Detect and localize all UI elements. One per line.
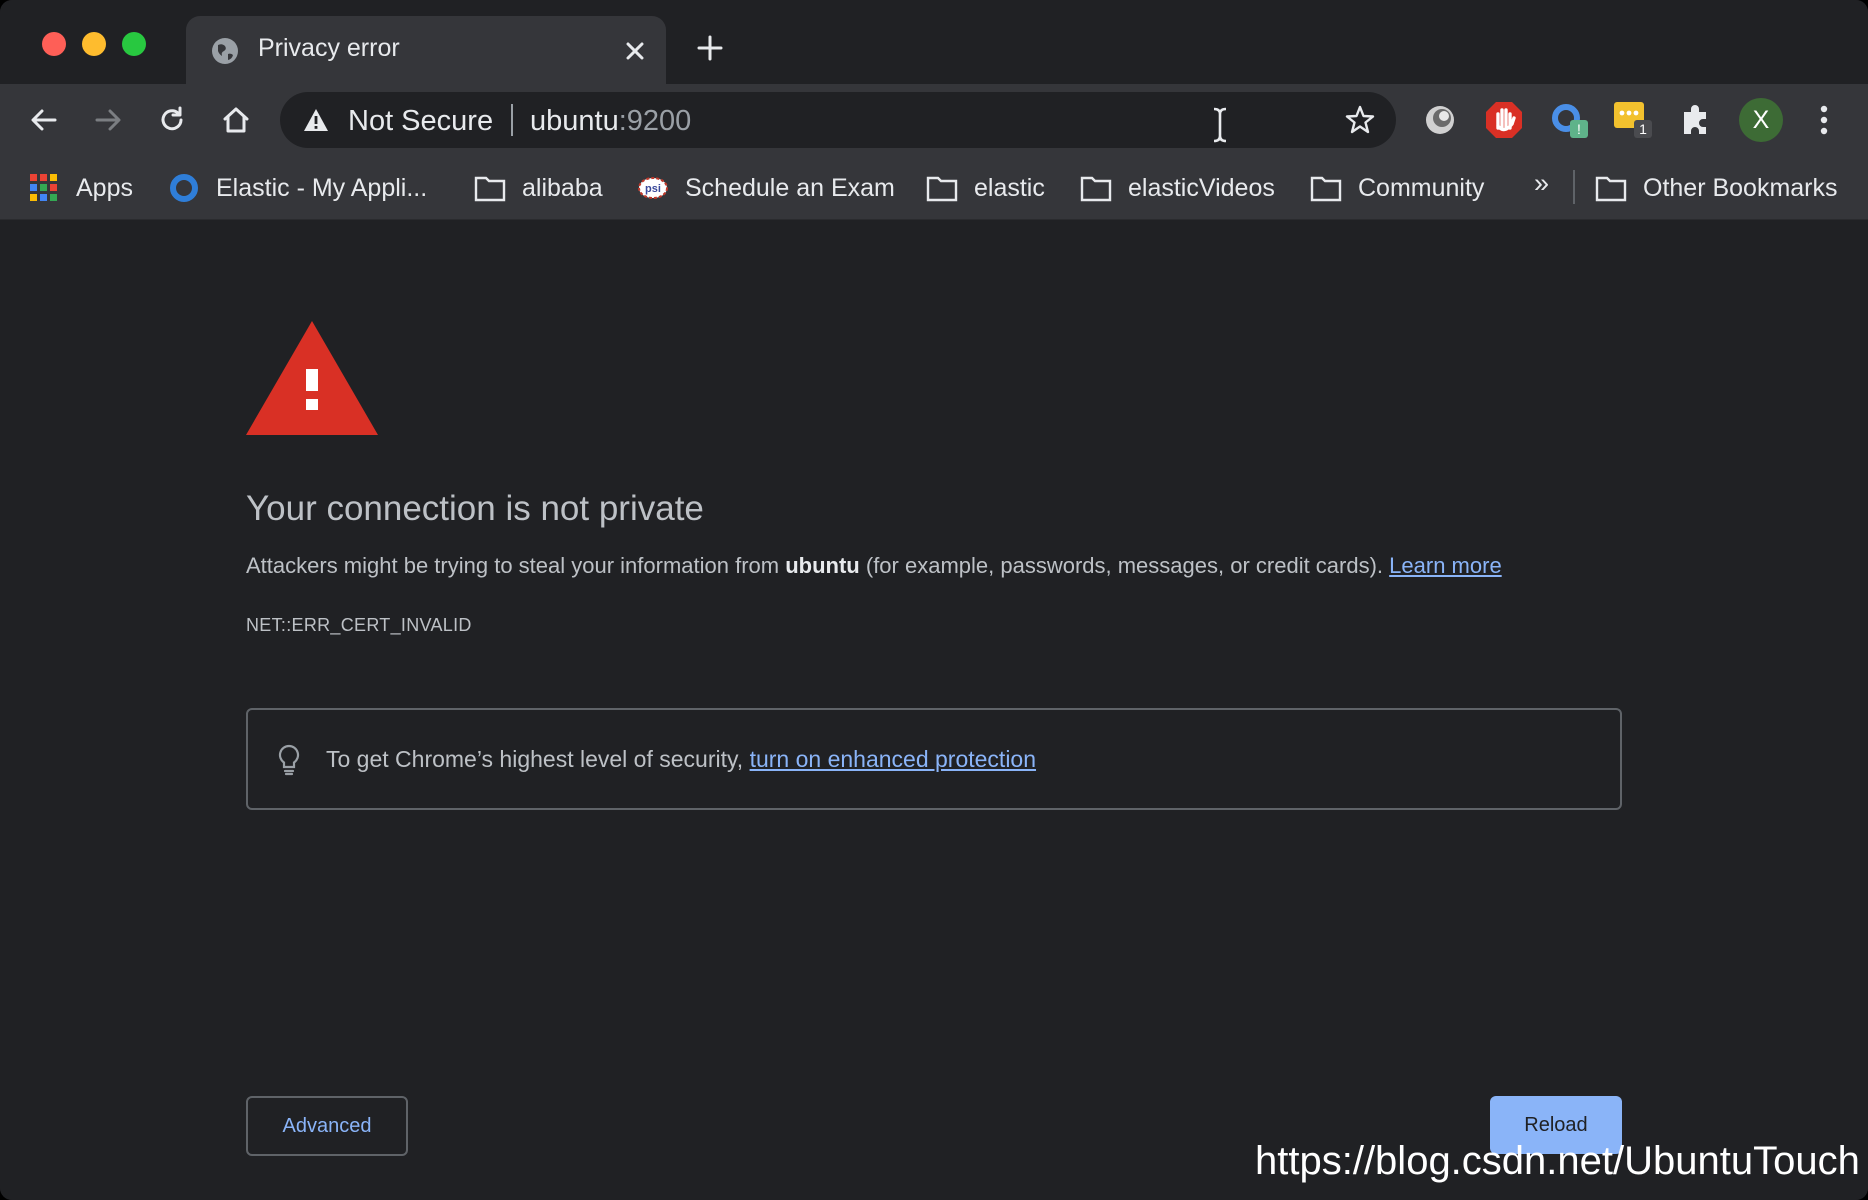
address-bar[interactable]: Not Secure ubuntu:9200 [280,92,1396,148]
folder-icon [1310,176,1342,202]
adblock-icon[interactable] [1482,98,1526,142]
reload-icon [161,106,183,131]
enhanced-text: To get Chrome’s highest level of securit… [326,746,750,772]
enhanced-protection-link[interactable]: turn on enhanced protection [750,746,1036,772]
bookmark-label: Community [1358,173,1485,202]
new-tab-icon[interactable] [694,32,726,64]
address-divider [511,104,513,136]
extension-chat-icon[interactable]: 1 [1610,98,1654,142]
forward-button[interactable] [88,100,128,140]
home-icon [223,107,249,133]
enhanced-protection-promo: To get Chrome’s highest level of securit… [246,708,1622,810]
watermark-text: https://blog.csdn.net/UbuntuTouch [1255,1139,1860,1183]
bookmark-alibaba[interactable]: alibaba [474,168,603,208]
enhanced-protection-text: To get Chrome’s highest level of securit… [326,746,1036,773]
tab-strip: Privacy error [0,0,1868,84]
forward-arrow-icon [95,109,121,131]
bookmark-elastic[interactable]: elastic [926,168,1045,208]
bookmarks-separator [1573,170,1575,204]
bookmark-label: elasticVideos [1128,173,1275,202]
bookmark-community[interactable]: Community [1310,168,1484,208]
bookmark-star-icon[interactable] [1344,104,1376,136]
bookmark-label: Other Bookmarks [1643,173,1838,202]
warning-triangle-icon [246,321,378,435]
toolbar: Not Secure ubuntu:9200 ! 1 X [0,84,1868,156]
fullscreen-window-button[interactable] [122,32,146,56]
learn-more-link[interactable]: Learn more [1389,553,1502,578]
url-host: ubuntu [530,105,619,137]
bookmark-label: elastic [974,173,1045,202]
bookmark-label: Schedule an Exam [685,173,895,202]
bookmark-label: Apps [76,173,133,202]
security-status-label[interactable]: Not Secure [348,105,493,138]
extension-o-badge: ! [1577,121,1581,137]
close-window-button[interactable] [42,32,66,56]
profile-avatar[interactable]: X [1739,98,1783,142]
message-host: ubuntu [785,553,860,578]
url-port: :9200 [618,105,692,137]
page-title: Your connection is not private [246,489,704,528]
home-button[interactable] [216,100,256,140]
message-text-after: (for example, passwords, messages, or cr… [859,553,1390,578]
elastic-icon [170,174,198,202]
extension-o-icon[interactable]: ! [1546,98,1590,142]
bookmark-label: alibaba [522,173,603,202]
close-tab-icon[interactable] [620,36,650,66]
bookmark-other[interactable]: Other Bookmarks [1595,168,1838,208]
apps-grid-icon [30,174,57,201]
text-cursor-icon [1213,107,1227,143]
back-button[interactable] [24,100,64,140]
back-arrow-icon [31,109,57,131]
psi-icon: psi [638,177,668,199]
browser-window: Privacy error Not Secure ubuntu:9200 ! 1… [0,0,1868,1200]
bookmark-label: Elastic - My Appli... [216,173,428,202]
extensions-puzzle-icon[interactable] [1674,98,1718,142]
error-explanation: Attackers might be trying to steal your … [246,553,1502,579]
more-menu-icon[interactable] [1802,98,1846,142]
extension-chat-badge: 1 [1639,121,1647,137]
error-code: NET::ERR_CERT_INVALID [246,615,472,635]
reload-toolbar-button[interactable] [152,100,192,140]
privacy-error-page: Your connection is not private Attackers… [0,221,1868,1200]
globe-icon [212,38,238,64]
bookmark-schedule-exam[interactable]: psi Schedule an Exam [637,168,895,208]
bookmark-elastic-videos[interactable]: elasticVideos [1080,168,1275,208]
folder-icon [474,176,506,202]
message-text: Attackers might be trying to steal your … [246,553,786,578]
folder-icon [926,176,958,202]
svg-text:psi: psi [645,183,661,195]
minimize-window-button[interactable] [82,32,106,56]
folder-icon [1080,176,1112,202]
bookmarks-bar: Apps Elastic - My Appli... alibaba psi S… [0,156,1868,220]
folder-icon [1595,176,1627,202]
url-text[interactable]: ubuntu:9200 [530,105,691,138]
lightbulb-icon [278,744,300,776]
advanced-button[interactable]: Advanced [246,1096,408,1156]
bookmark-elastic-app[interactable]: Elastic - My Appli... [168,168,427,208]
extension-orb-icon[interactable] [1418,98,1462,142]
more-bookmarks-chevron[interactable]: » [1534,168,1549,199]
bookmark-apps[interactable]: Apps [28,168,133,208]
tab-title: Privacy error [258,34,400,62]
tab-privacy-error[interactable]: Privacy error [186,16,666,84]
warning-icon[interactable] [302,106,330,134]
